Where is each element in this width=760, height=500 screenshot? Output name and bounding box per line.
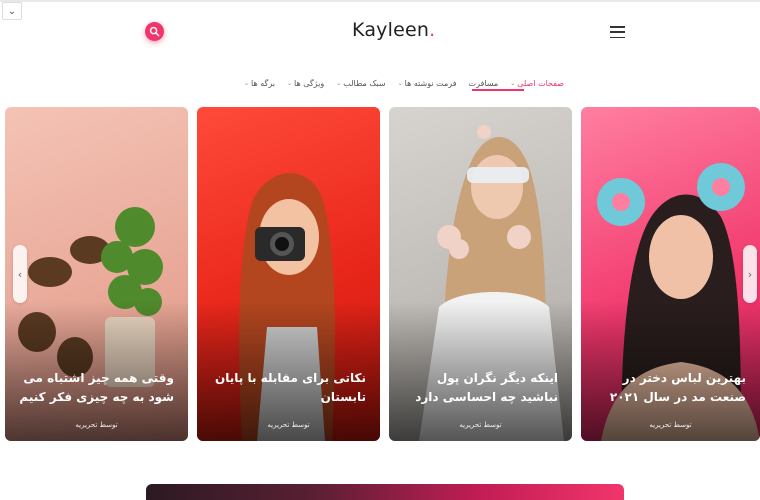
- card-author: توسط تحریریه: [75, 421, 118, 429]
- nav-item-label: فرمت نوشته ها: [404, 78, 457, 88]
- logo-text: Kayleen: [352, 19, 430, 41]
- chevron-down-icon: ⌄: [397, 79, 403, 87]
- slider-card[interactable]: نکاتی برای مقابله با پایان تابستان توسط …: [197, 107, 380, 441]
- search-button[interactable]: [145, 22, 164, 41]
- chevron-down-icon: ⌄: [244, 79, 250, 87]
- card-author: توسط تحریریه: [267, 421, 310, 429]
- next-section-card[interactable]: [146, 484, 624, 500]
- chevron-down-icon: ⌄: [510, 79, 516, 87]
- card-author: توسط تحریریه: [459, 421, 502, 429]
- chevron-left-icon: ‹: [17, 267, 23, 281]
- logo-dot: .: [429, 19, 436, 41]
- nav-item-post-styles[interactable]: ⌄ سبک مطالب: [336, 79, 385, 88]
- active-nav-underline: [472, 89, 524, 91]
- nav-item-label: ویژگی ها: [294, 78, 325, 88]
- nav-item-pages[interactable]: ⌄ برگه ها: [244, 79, 275, 88]
- collapse-toggle[interactable]: ⌄: [2, 2, 22, 20]
- nav-item-label: صفحات اصلی: [517, 78, 565, 88]
- chevron-down-icon: ⌄: [7, 5, 17, 17]
- chevron-down-icon: ⌄: [286, 79, 292, 87]
- chevron-right-icon: ›: [747, 267, 753, 281]
- slider-card[interactable]: وقتی همه چیز اشتباه می شود به چه چیزی فک…: [5, 107, 188, 441]
- card-author: توسط تحریریه: [649, 421, 692, 429]
- search-icon: [149, 26, 160, 37]
- nav-item-home-pages[interactable]: ⌄ صفحات اصلی: [510, 79, 564, 88]
- slider-card[interactable]: بهترین لباس دختر در صنعت مد در سال ۲۰۲۱ …: [581, 107, 760, 441]
- featured-slider: وقتی همه چیز اشتباه می شود به چه چیزی فک…: [0, 107, 760, 441]
- card-title[interactable]: نکاتی برای مقابله با پایان تابستان: [207, 369, 366, 407]
- site-logo[interactable]: Kayleen.: [352, 19, 435, 41]
- card-title[interactable]: اینکه دیگر نگران پول نباشید چه احساسی دا…: [399, 369, 558, 407]
- nav-item-label: برگه ها: [251, 78, 275, 88]
- card-title[interactable]: بهترین لباس دختر در صنعت مد در سال ۲۰۲۱: [591, 369, 746, 407]
- top-border: [0, 0, 760, 2]
- slider-next-button[interactable]: ›: [743, 245, 757, 303]
- slider-card[interactable]: اینکه دیگر نگران پول نباشید چه احساسی دا…: [389, 107, 572, 441]
- nav-item-travel[interactable]: مسافرت: [469, 79, 499, 88]
- slider-prev-button[interactable]: ‹: [13, 245, 27, 303]
- nav-item-label: سبک مطالب: [343, 78, 386, 88]
- hamburger-menu-icon[interactable]: [610, 26, 625, 38]
- nav-item-label: مسافرت: [468, 78, 499, 88]
- card-title[interactable]: وقتی همه چیز اشتباه می شود به چه چیزی فک…: [15, 369, 174, 407]
- chevron-down-icon: ⌄: [336, 79, 342, 87]
- nav-item-post-formats[interactable]: ⌄ فرمت نوشته ها: [398, 79, 457, 88]
- nav-item-features[interactable]: ⌄ ویژگی ها: [287, 79, 324, 88]
